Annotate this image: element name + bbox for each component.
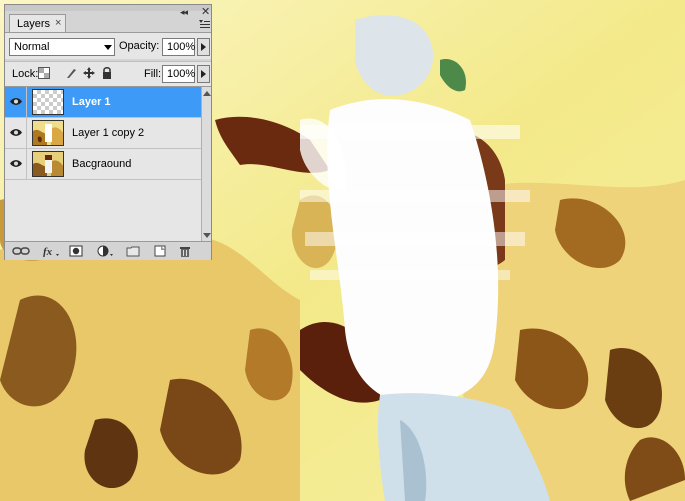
layer-row[interactable]: Layer 1 copy 2: [5, 118, 201, 149]
chevron-down-icon: [104, 45, 112, 50]
scroll-up-icon[interactable]: [203, 91, 211, 96]
lock-label: Lock:: [12, 68, 39, 80]
opacity-value: 100%: [167, 41, 196, 53]
opacity-slider-button[interactable]: [197, 38, 210, 56]
layer-name: Layer 1: [72, 96, 111, 108]
fill-input[interactable]: 100%: [162, 65, 195, 83]
eye-icon: [10, 160, 22, 167]
layer-thumbnail: [32, 89, 64, 115]
lock-position-icon[interactable]: [83, 67, 95, 79]
close-panel-button[interactable]: ✕: [201, 5, 210, 18]
opacity-input[interactable]: 100%: [162, 38, 195, 56]
visibility-toggle[interactable]: [5, 118, 27, 148]
link-layers-icon[interactable]: [12, 245, 30, 257]
layer-list: Layer 1 Layer 1 copy 2 Bacgraound: [5, 86, 211, 242]
blend-mode-dropdown[interactable]: Normal: [9, 38, 115, 56]
chevron-right-icon: [201, 43, 206, 51]
chevron-right-icon: [201, 70, 206, 78]
blend-mode-value: Normal: [14, 41, 50, 53]
layer-name: Bacgraound: [72, 158, 132, 170]
adjustment-layer-icon[interactable]: [97, 245, 115, 257]
eye-icon: [10, 129, 22, 136]
scroll-down-icon[interactable]: [203, 233, 211, 238]
lock-all-icon[interactable]: [101, 67, 113, 79]
panel-menu-icon[interactable]: [198, 19, 210, 31]
eye-icon: [10, 98, 22, 105]
opacity-label: Opacity:: [119, 40, 160, 52]
fill-slider-button[interactable]: [197, 65, 210, 83]
lock-fill-row: Lock: Fill: 100%: [5, 61, 211, 87]
lock-transparent-pixels-icon[interactable]: [38, 67, 50, 79]
layer-name: Layer 1 copy 2: [72, 127, 145, 139]
layer-list-scrollbar[interactable]: [201, 87, 211, 242]
blend-opacity-row: Normal Opacity: 100%: [5, 33, 211, 59]
fx-icon[interactable]: fx: [42, 245, 60, 257]
layers-panel: ◂◂ ✕ Layers × Normal Opacity: 100% Lock:: [4, 4, 212, 260]
layers-bottom-toolbar: fx: [5, 241, 211, 260]
fill-label: Fill:: [144, 68, 162, 80]
layer-row[interactable]: Bacgraound: [5, 149, 201, 180]
layer-row[interactable]: Layer 1: [5, 87, 201, 118]
delete-layer-icon[interactable]: [178, 245, 192, 257]
add-mask-icon[interactable]: [69, 245, 83, 257]
layer-thumbnail: [32, 151, 64, 177]
new-layer-icon[interactable]: [153, 245, 167, 257]
tab-layers[interactable]: Layers ×: [9, 14, 66, 33]
lock-image-pixels-icon[interactable]: [65, 67, 77, 79]
tab-close-button[interactable]: ×: [55, 17, 61, 29]
layer-thumbnail: [32, 120, 64, 146]
tab-layers-label: Layers: [17, 18, 51, 30]
svg-text:fx: fx: [43, 246, 53, 257]
collapse-panel-button[interactable]: ◂◂: [180, 7, 188, 18]
visibility-toggle[interactable]: [5, 149, 27, 179]
fill-value: 100%: [167, 68, 196, 80]
new-group-icon[interactable]: [126, 245, 140, 257]
visibility-toggle[interactable]: [5, 87, 27, 117]
